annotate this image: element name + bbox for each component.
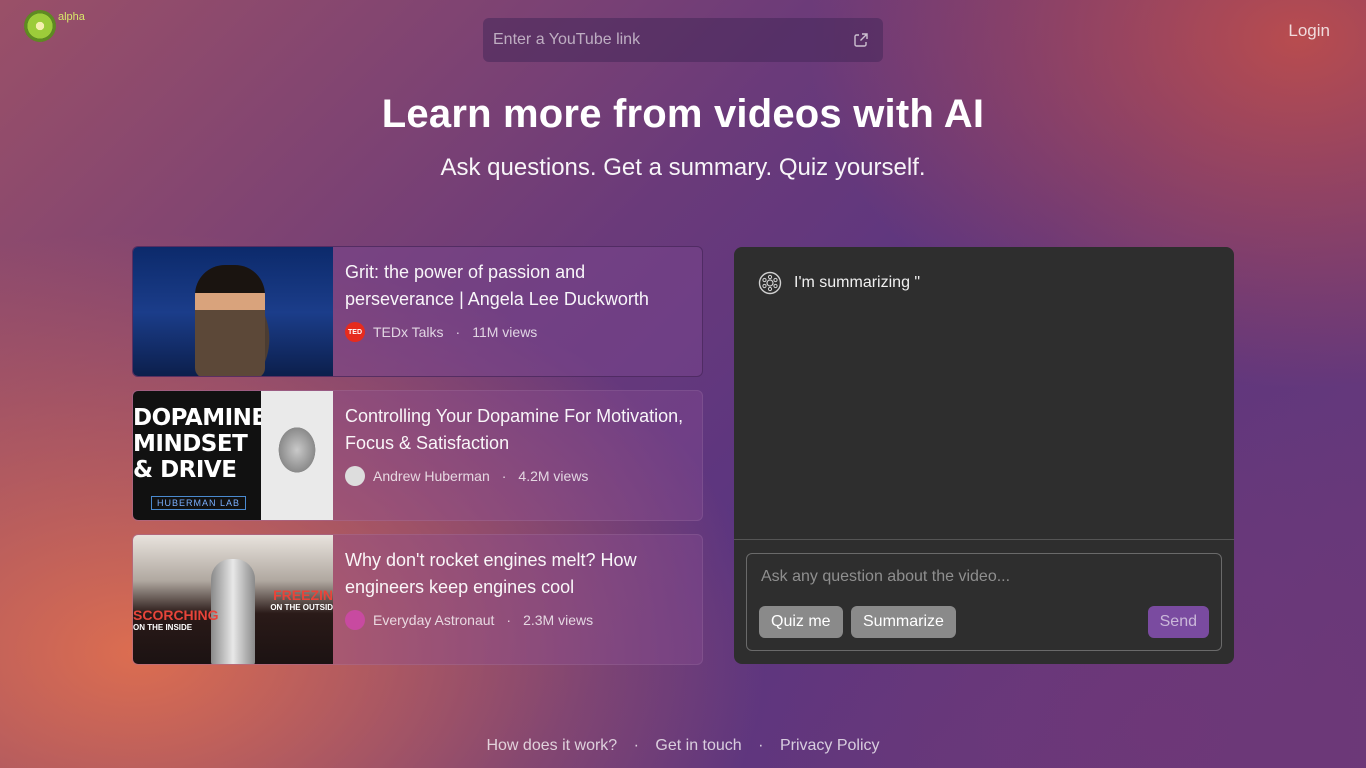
kiwi-logo-icon xyxy=(19,5,61,47)
channel-name: Everyday Astronaut xyxy=(373,612,495,628)
ai-assistant-icon xyxy=(758,271,782,295)
video-card[interactable]: Grit: the power of passion and persevera… xyxy=(132,246,703,377)
quiz-me-button[interactable]: Quiz me xyxy=(759,606,843,638)
login-link[interactable]: Login xyxy=(1288,21,1330,41)
logo[interactable]: alpha xyxy=(19,5,85,47)
privacy-policy-link[interactable]: Privacy Policy xyxy=(780,737,880,754)
video-title: Controlling Your Dopamine For Motivation… xyxy=(345,406,684,453)
page-title: Learn more from videos with AI xyxy=(381,92,985,136)
summarize-button[interactable]: Summarize xyxy=(851,606,956,638)
send-button[interactable]: Send xyxy=(1147,606,1209,638)
video-thumbnail: SCORCHING ON THE INSIDE FREEZIN ON THE O… xyxy=(133,535,333,664)
video-thumbnail xyxy=(133,247,333,376)
chat-panel: I'm summarizing " Quiz me Summarize Send xyxy=(734,247,1234,664)
view-count: 2.3M views xyxy=(523,612,594,628)
meta-separator: · xyxy=(506,612,512,628)
video-title: Why don't rocket engines melt? How engin… xyxy=(345,550,637,597)
thumbnail-text: FREEZIN xyxy=(273,587,333,603)
question-input[interactable] xyxy=(761,568,1201,590)
view-count: 11M views xyxy=(472,324,538,340)
video-list: Grit: the power of passion and persevera… xyxy=(132,246,703,678)
video-card[interactable]: DOPAMINE MINDSET & DRIVE HUBERMAN LAB Co… xyxy=(132,390,703,521)
thumbnail-text: DOPAMINE MINDSET & DRIVE xyxy=(133,405,267,483)
footer-separator: · xyxy=(633,737,639,754)
channel-avatar xyxy=(345,466,365,486)
channel-avatar xyxy=(345,610,365,630)
chat-divider xyxy=(734,539,1234,540)
chat-message: I'm summarizing " xyxy=(758,271,920,295)
video-title: Grit: the power of passion and persevera… xyxy=(345,262,649,309)
alpha-badge: alpha xyxy=(58,11,85,23)
meta-separator: · xyxy=(501,468,507,484)
channel-avatar: TED xyxy=(345,322,365,342)
meta-separator: · xyxy=(455,324,461,340)
channel-name: TEDx Talks xyxy=(373,324,444,340)
youtube-link-search xyxy=(483,18,883,62)
footer-separator: · xyxy=(758,737,764,754)
thumbnail-text: ON THE OUTSID xyxy=(270,603,333,612)
thumbnail-text: ON THE INSIDE xyxy=(133,623,193,632)
thumbnail-badge: HUBERMAN LAB xyxy=(151,496,247,510)
video-card[interactable]: SCORCHING ON THE INSIDE FREEZIN ON THE O… xyxy=(132,534,703,665)
footer: How does it work? · Get in touch · Priva… xyxy=(0,737,1366,755)
external-link-icon[interactable] xyxy=(853,32,869,48)
how-it-works-link[interactable]: How does it work? xyxy=(486,737,617,754)
chat-composer: Quiz me Summarize Send xyxy=(746,553,1222,651)
channel-name: Andrew Huberman xyxy=(373,468,490,484)
chat-message-text: I'm summarizing " xyxy=(794,274,921,291)
thumbnail-text: SCORCHING xyxy=(133,607,219,623)
youtube-link-input[interactable] xyxy=(493,31,853,49)
view-count: 4.2M views xyxy=(518,468,589,484)
page-subtitle: Ask questions. Get a summary. Quiz yours… xyxy=(440,154,926,181)
get-in-touch-link[interactable]: Get in touch xyxy=(655,737,741,754)
video-thumbnail: DOPAMINE MINDSET & DRIVE HUBERMAN LAB xyxy=(133,391,333,520)
